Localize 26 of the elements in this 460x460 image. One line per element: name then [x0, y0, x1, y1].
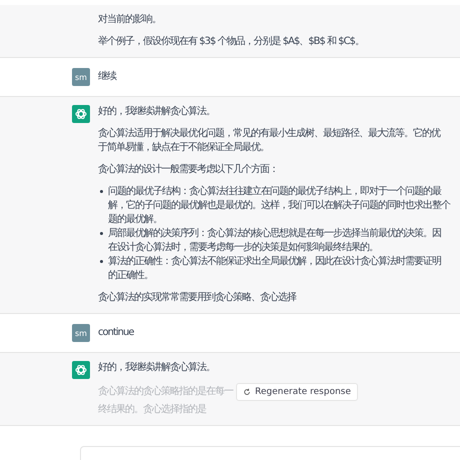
- list-item-text: 问题的最优子结构：贪心算法往往建立在问题的最优子结构上，即对于一个问题的最: [108, 185, 442, 199]
- list-item-text: 的正确性。: [108, 269, 154, 283]
- message-text: 贪心算法的设计一般需要考虑以下几个方面：: [98, 163, 279, 177]
- list-item-text: 局部最优解的决策序列：贪心算法的核心思想就是在每一步选择当前最优的决策。因: [108, 227, 441, 241]
- list-item-text: 算法的正确性：贪心算法不能保证求出全局最优解，因此在设计贪心算法时需要证明: [108, 255, 441, 269]
- message-text: 举个例子，假设你现在有 $3$ 个物品，分别是 $A$、$B$ 和 $C$。: [98, 35, 365, 49]
- message-text: 继续: [98, 70, 118, 84]
- list-item-text: 解，它的子问题的最优解也是最优的。这样，我们可以在解决子问题的同时也求出整个: [108, 199, 450, 213]
- bullet-icon: [100, 260, 103, 263]
- message-text: 贪心算法的贪心策略指的是在每一: [98, 385, 233, 399]
- message-text: continue: [98, 326, 135, 340]
- message-text: 终结果的。贪心选择指的是: [98, 403, 206, 417]
- list-item-text: 题的最优解。: [108, 213, 163, 227]
- regenerate-button[interactable]: Regenerate response: [236, 383, 358, 401]
- message-text: 好的，我继续讲解贪心算法。: [98, 105, 216, 119]
- user-avatar: sm: [72, 324, 90, 342]
- refresh-icon: [243, 388, 251, 396]
- message-text: 好的，我继续讲解贪心算法。: [98, 361, 216, 375]
- bullet-icon: [100, 190, 103, 193]
- message-text: 贪心算法的实现常常需要用到贪心策略、贪心选择: [98, 291, 298, 305]
- message-text: 贪心算法适用于解决最优化问题，常见的有最小生成树、最短路径、最大流等。它的优: [98, 127, 442, 141]
- message-text: 对当前的影响。: [98, 13, 162, 27]
- message-text: 于简单易懂，缺点在于不能保证全局最优。: [98, 141, 270, 155]
- bullet-icon: [100, 232, 103, 235]
- list-item-text: 在设计贪心算法时，需要考虑每一步的决策是如何影响最终结果的。: [108, 241, 379, 255]
- user-avatar: sm: [72, 68, 90, 86]
